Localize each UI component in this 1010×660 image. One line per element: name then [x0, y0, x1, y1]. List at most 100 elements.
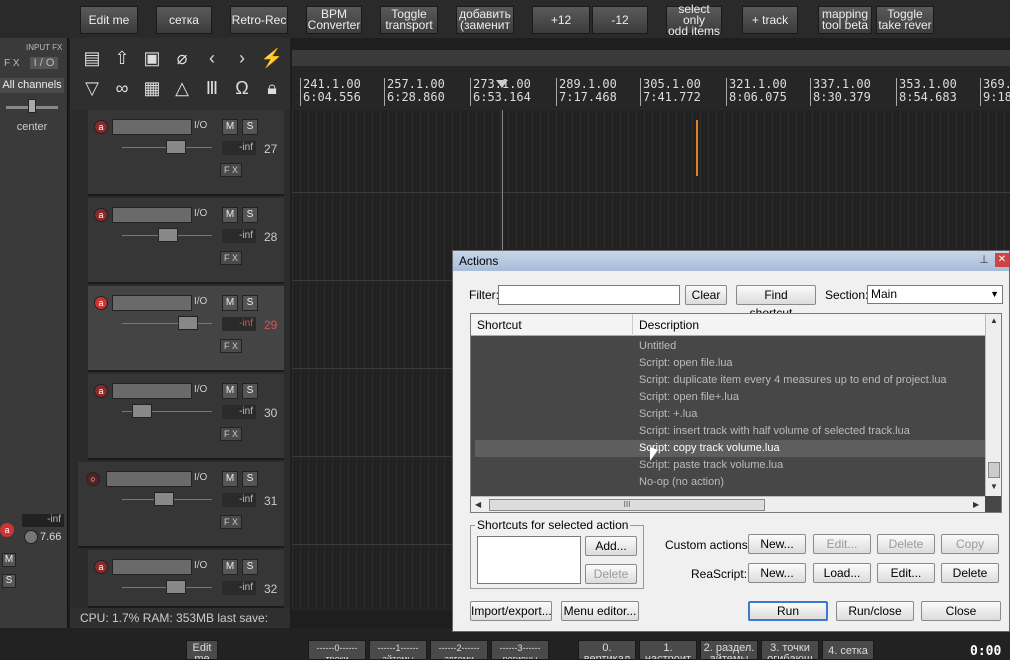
edit-me-button[interactable]: Edit me [80, 6, 138, 34]
section-select[interactable]: Main ▼ [867, 285, 1003, 304]
transpose-up-button[interactable]: +12 [532, 6, 590, 34]
reascript-load-button[interactable]: Load... [813, 563, 871, 583]
tab-items[interactable]: ------1------ айтемы [369, 640, 427, 660]
mute-button[interactable]: M [222, 383, 238, 399]
fx-button[interactable]: F X [220, 339, 242, 353]
list-item[interactable]: Script: duplicate item every 4 measures … [475, 372, 985, 389]
io-button[interactable]: I/O [194, 120, 207, 131]
trim-icon[interactable]: ▽ [80, 76, 104, 100]
io-button[interactable]: I/O [194, 296, 207, 307]
fx-button[interactable]: F X [220, 163, 242, 177]
scroll-thumb[interactable] [988, 462, 1000, 478]
io-button[interactable]: I/O [194, 208, 207, 219]
volume-knob[interactable] [166, 140, 186, 154]
record-arm-icon[interactable]: a [94, 208, 108, 222]
region-lane[interactable] [292, 50, 1010, 66]
mixer-mute-button[interactable]: M [2, 553, 16, 567]
track-row[interactable]: a I/O M S -inf 32 [88, 550, 284, 608]
scroll-thumb[interactable]: III [489, 499, 765, 511]
find-shortcut-button[interactable]: Find shortcut... [736, 285, 816, 320]
solo-button[interactable]: S [242, 119, 258, 135]
close-icon[interactable]: ✕ [995, 253, 1009, 267]
solo-button[interactable]: S [242, 559, 258, 575]
tab-settings[interactable]: 1. настроит [639, 640, 697, 660]
column-description[interactable]: Description [633, 314, 985, 336]
volume-knob[interactable] [154, 492, 174, 506]
bpm-converter-button[interactable]: BPM Converter [306, 6, 362, 34]
channels-selector[interactable]: All channels [0, 78, 64, 93]
scroll-left-icon[interactable]: ◀ [475, 500, 481, 509]
scroll-down-icon[interactable]: ▼ [990, 482, 998, 491]
clear-button[interactable]: Clear [685, 285, 727, 305]
io-button[interactable]: I/O [194, 472, 207, 483]
track-name-field[interactable] [112, 383, 192, 399]
horizontal-scrollbar[interactable]: ◀ III ▶ [471, 496, 985, 512]
metronome-icon[interactable]: ⚡ [260, 46, 284, 70]
run-close-button[interactable]: Run/close [836, 601, 914, 621]
volume-knob[interactable] [132, 404, 152, 418]
grid-icon[interactable]: ▦ [140, 76, 164, 100]
edit-me-bottom-button[interactable]: Edit me [186, 640, 218, 660]
add-track-button[interactable]: + track [742, 6, 798, 34]
list-item[interactable]: Script: open file.lua [475, 355, 985, 372]
list-item[interactable]: Script: paste track volume.lua [475, 457, 985, 474]
track-row[interactable]: a I/O M S -inf F X 28 [88, 198, 284, 284]
mapping-tool-button[interactable]: mapping tool beta [818, 6, 872, 34]
solo-button[interactable]: S [242, 207, 258, 223]
track-name-field[interactable] [112, 207, 192, 223]
track-row[interactable]: ○ I/O M S -inf F X 31 [78, 462, 284, 548]
fx-button[interactable]: F X [220, 427, 242, 441]
shortcuts-list[interactable] [477, 536, 581, 584]
custom-edit-button[interactable]: Edit... [813, 534, 871, 554]
input-fx-label[interactable]: INPUT FX [26, 43, 62, 52]
run-button[interactable]: Run [748, 601, 828, 621]
snap-icon[interactable]: Ω [230, 76, 254, 100]
mute-button[interactable]: M [222, 471, 238, 487]
fx-label[interactable]: F X [4, 58, 20, 69]
solo-button[interactable]: S [242, 295, 258, 311]
custom-new-button[interactable]: New... [748, 534, 806, 554]
filter-input[interactable] [498, 285, 680, 305]
mute-button[interactable]: M [222, 207, 238, 223]
delete-shortcut-button[interactable]: Delete [585, 564, 637, 584]
tab-automation[interactable]: ------2------ автоми [430, 640, 488, 660]
toggle-transport-button[interactable]: Toggle transport [380, 6, 438, 34]
list-item[interactable]: Script: +.lua [475, 406, 985, 423]
fx-button[interactable]: F X [220, 515, 242, 529]
list-item[interactable]: Script: copy track volume.lua [475, 440, 985, 457]
volume-knob[interactable] [178, 316, 198, 330]
actions-list[interactable]: Shortcut Description Untitled Script: op… [470, 313, 1002, 513]
playhead-marker-icon[interactable] [496, 80, 508, 88]
grid-button[interactable]: сетка [156, 6, 212, 34]
undo-icon[interactable]: ‹ [200, 46, 224, 70]
volume-slider[interactable] [122, 323, 212, 335]
save-project-icon[interactable]: ▣ [140, 46, 164, 70]
record-arm-icon[interactable]: a [94, 384, 108, 398]
timeline-ruler[interactable]: 241.1.00 6:04.556 257.1.00 6:28.860 273.1.… [292, 50, 1010, 110]
select-odd-items-button[interactable]: select only odd items [666, 3, 722, 37]
record-arm-icon[interactable]: ○ [86, 472, 100, 486]
tab-regions[interactable]: ------3------ регионы [491, 640, 549, 660]
retro-rec-button[interactable]: Retro-Rec [230, 6, 288, 34]
lock-icon[interactable]: 🔒︎ [260, 76, 284, 100]
mute-button[interactable]: M [222, 559, 238, 575]
track-row[interactable]: a I/O M S -inf F X 27 [88, 110, 284, 196]
track-name-field[interactable] [112, 295, 192, 311]
solo-button[interactable]: S [242, 471, 258, 487]
item-grouping-icon[interactable]: Ⅲ [200, 76, 224, 100]
dialog-title[interactable]: Actions [453, 251, 1009, 271]
transpose-down-button[interactable]: -12 [592, 6, 648, 34]
close-button[interactable]: Close [921, 601, 1001, 621]
scroll-right-icon[interactable]: ▶ [973, 500, 979, 509]
tab-envelope-points[interactable]: 3. точки огибающ [761, 640, 819, 660]
track-row[interactable]: a I/O M S -inf F X 30 [88, 374, 284, 460]
list-item[interactable]: Script: insert track with half volume of… [475, 423, 985, 440]
list-item[interactable]: Script: open file+.lua [475, 389, 985, 406]
paperclip-icon[interactable]: ⌀ [170, 46, 194, 70]
list-item[interactable]: Untitled [475, 338, 985, 355]
pin-icon[interactable]: ⊥ [977, 253, 991, 267]
track-name-field[interactable] [112, 119, 192, 135]
track-row[interactable]: a I/O M S -inf F X 29 [88, 286, 284, 372]
reascript-edit-button[interactable]: Edit... [877, 563, 935, 583]
column-shortcut[interactable]: Shortcut [471, 314, 633, 336]
